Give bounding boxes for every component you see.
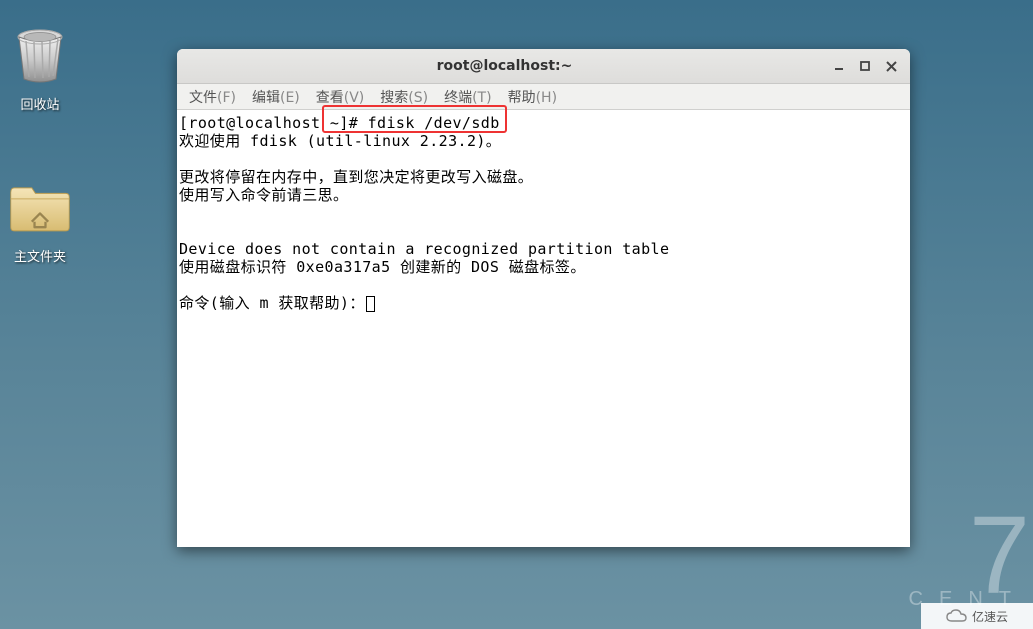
terminal-window: root@localhost:~ 文件(F) 编辑(E) 查看(V) 搜索(S)…	[177, 49, 910, 547]
desktop-trash-label: 回收站	[0, 94, 80, 113]
maximize-button[interactable]	[852, 55, 878, 77]
term-line-8: Device does not contain a recognized par…	[179, 240, 669, 258]
term-line-2: 欢迎使用 fdisk (util-linux 2.23.2)。	[179, 132, 501, 150]
cloud-icon	[946, 609, 968, 623]
terminal-cursor	[366, 296, 375, 312]
menubar: 文件(F) 编辑(E) 查看(V) 搜索(S) 终端(T) 帮助(H)	[177, 84, 910, 110]
window-title: root@localhost:~	[183, 58, 826, 74]
desktop-home-label: 主文件夹	[0, 246, 80, 265]
centos-wallpaper-mark: 7 CENT	[909, 517, 1027, 611]
minimize-button[interactable]	[826, 55, 852, 77]
desktop-trash[interactable]: 回收站	[0, 24, 80, 113]
term-line-1: [root@localhost ~]# fdisk /dev/sdb	[179, 114, 500, 132]
term-line-4: 更改将停留在内存中，直到您决定将更改写入磁盘。	[179, 168, 533, 186]
terminal-body[interactable]: [root@localhost ~]# fdisk /dev/sdb 欢迎使用 …	[177, 110, 910, 547]
menu-terminal[interactable]: 终端(T)	[436, 85, 499, 109]
term-line-5: 使用写入命令前请三思。	[179, 186, 348, 204]
term-line-9: 使用磁盘标识符 0xe0a317a5 创建新的 DOS 磁盘标签。	[179, 258, 586, 276]
close-button[interactable]	[878, 55, 904, 77]
menu-help[interactable]: 帮助(H)	[500, 85, 565, 109]
site-watermark: 亿速云	[921, 603, 1033, 629]
menu-file[interactable]: 文件(F)	[181, 85, 244, 109]
desktop-home[interactable]: 主文件夹	[0, 176, 80, 265]
term-line-11: 命令(输入 m 获取帮助)：	[179, 294, 365, 312]
menu-edit[interactable]: 编辑(E)	[244, 85, 308, 109]
menu-search[interactable]: 搜索(S)	[372, 85, 436, 109]
menu-view[interactable]: 查看(V)	[308, 85, 373, 109]
titlebar[interactable]: root@localhost:~	[177, 49, 910, 84]
folder-home-icon	[8, 176, 72, 240]
trash-icon	[8, 24, 72, 88]
